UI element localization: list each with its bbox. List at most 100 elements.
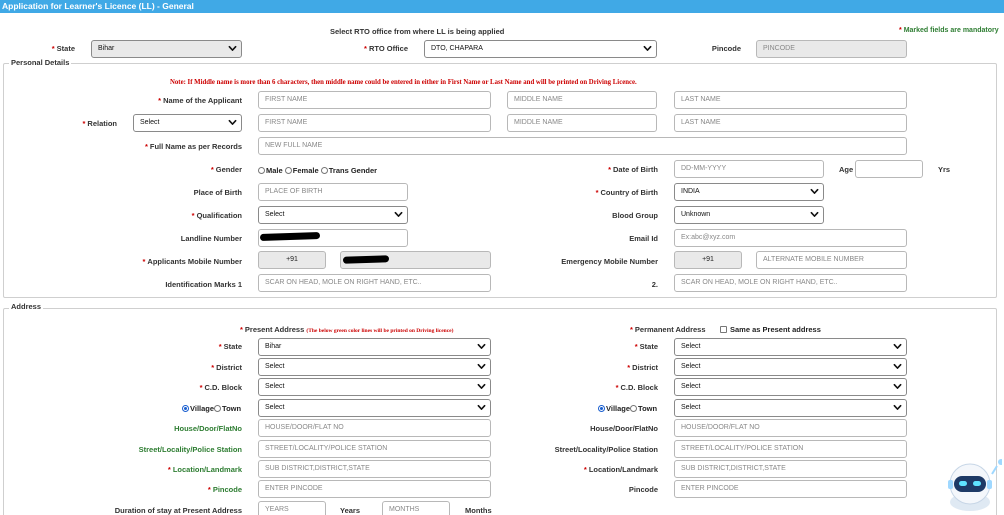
perm-village-radio[interactable]: Village xyxy=(598,404,630,413)
dob-input[interactable]: DD-MM-YYYY xyxy=(674,160,824,178)
present-cd-select[interactable]: Select xyxy=(258,378,491,396)
present-state-label: * State xyxy=(218,342,242,351)
rto-office-label: * RTO Office xyxy=(364,44,408,53)
relation-first-name-input[interactable]: FIRST NAME xyxy=(258,114,491,132)
full-name-input[interactable]: NEW FULL NAME xyxy=(258,137,907,155)
top-pincode-field[interactable]: PINCODE xyxy=(756,40,907,58)
gender-male-radio[interactable]: Male xyxy=(258,166,283,175)
same-as-present-checkbox[interactable]: Same as Present address xyxy=(720,325,821,334)
present-pincode-input[interactable]: ENTER PINCODE xyxy=(258,480,491,498)
idmark2-input[interactable]: SCAR ON HEAD, MOLE ON RIGHT HAND, ETC.. xyxy=(674,274,907,292)
relation-middle-name-input[interactable]: MIDDLE NAME xyxy=(507,114,657,132)
name-label: * Name of the Applicant xyxy=(158,96,242,105)
chevron-down-icon xyxy=(228,118,237,127)
top-state-label: * State xyxy=(51,44,75,53)
present-address-heading: * Present Address (The below green color … xyxy=(240,325,454,334)
perm-state-label: * State xyxy=(634,342,658,351)
chevron-down-icon xyxy=(810,187,819,196)
present-house-input[interactable]: HOUSE/DOOR/FLAT NO xyxy=(258,419,491,437)
emergency-label: Emergency Mobile Number xyxy=(561,257,658,266)
pob-input[interactable]: PLACE OF BIRTH xyxy=(258,183,408,201)
present-state-select[interactable]: Bihar xyxy=(258,338,491,356)
chevron-down-icon xyxy=(893,362,902,371)
middle-name-note: Note: If Middle name is more than 6 char… xyxy=(170,79,637,86)
chevron-down-icon xyxy=(477,382,486,391)
perm-district-select[interactable]: Select xyxy=(674,358,907,376)
perm-street-input[interactable]: STREET/LOCALITY/POLICE STATION xyxy=(674,440,907,458)
chevron-down-icon xyxy=(893,342,902,351)
present-village-town-radio: Village Town xyxy=(182,404,241,413)
present-street-label: Street/Locality/Police Station xyxy=(138,445,242,454)
last-name-input[interactable]: LAST NAME xyxy=(674,91,907,109)
perm-village-select[interactable]: Select xyxy=(674,399,907,417)
perm-house-input[interactable]: HOUSE/DOOR/FLAT NO xyxy=(674,419,907,437)
top-state-select[interactable]: Bihar xyxy=(91,40,242,58)
perm-cd-select[interactable]: Select xyxy=(674,378,907,396)
qualification-label: * Qualification xyxy=(191,211,242,220)
emergency-mobile-input[interactable]: ALTERNATE MOBILE NUMBER xyxy=(756,251,907,269)
permanent-address-heading: * Permanent Address xyxy=(630,325,706,334)
country-select[interactable]: INDIA xyxy=(674,183,824,201)
mobile-label: * Applicants Mobile Number xyxy=(142,257,242,266)
perm-district-label: * District xyxy=(627,363,658,372)
robot-chatbot-icon[interactable] xyxy=(944,452,1002,512)
relation-select[interactable]: Select xyxy=(133,114,242,132)
middle-name-input[interactable]: MIDDLE NAME xyxy=(507,91,657,109)
emergency-country-code: +91 xyxy=(674,251,742,269)
perm-cd-label: * C.D. Block xyxy=(615,383,658,392)
duration-months-input[interactable]: MONTHS xyxy=(382,501,450,515)
rto-office-select[interactable]: DTO, CHAPARA xyxy=(424,40,657,58)
email-input[interactable]: Ex:abc@xyz.com xyxy=(674,229,907,247)
chevron-down-icon xyxy=(810,210,819,219)
perm-street-label: Street/Locality/Police Station xyxy=(554,445,658,454)
perm-location-input[interactable]: SUB DISTRICT,DISTRICT,STATE xyxy=(674,460,907,478)
age-unit: Yrs xyxy=(938,165,951,174)
relation-last-name-input[interactable]: LAST NAME xyxy=(674,114,907,132)
chevron-down-icon xyxy=(477,403,486,412)
age-input[interactable] xyxy=(855,160,923,178)
full-name-label: * Full Name as per Records xyxy=(144,142,242,151)
present-village-select[interactable]: Select xyxy=(258,399,491,417)
chevron-down-icon xyxy=(477,342,486,351)
idmark1-input[interactable]: SCAR ON HEAD, MOLE ON RIGHT HAND, ETC.. xyxy=(258,274,491,292)
perm-state-select[interactable]: Select xyxy=(674,338,907,356)
page-header: Application for Learner's Licence (LL) -… xyxy=(0,0,1004,13)
perm-location-label: * Location/Landmark xyxy=(583,465,658,474)
country-label: * Country of Birth xyxy=(595,188,658,197)
present-village-radio[interactable]: Village xyxy=(182,404,214,413)
blood-group-label: Blood Group xyxy=(612,211,658,220)
perm-pincode-input[interactable]: ENTER PINCODE xyxy=(674,480,907,498)
personal-details-legend: Personal Details xyxy=(9,58,72,67)
duration-label: Duration of stay at Present Address xyxy=(114,506,242,515)
chevron-down-icon xyxy=(228,44,237,53)
present-district-select[interactable]: Select xyxy=(258,358,491,376)
first-name-input[interactable]: FIRST NAME xyxy=(258,91,491,109)
gender-trans-radio[interactable]: Trans Gender xyxy=(320,166,377,175)
idmark2-label: 2. xyxy=(651,280,658,289)
perm-pincode-label: Pincode xyxy=(628,485,658,494)
landline-label: Landline Number xyxy=(180,234,242,243)
present-street-input[interactable]: STREET/LOCALITY/POLICE STATION xyxy=(258,440,491,458)
perm-town-radio[interactable]: Town xyxy=(630,404,657,413)
pob-label: Place of Birth xyxy=(193,188,242,197)
idmark1-label: Identification Marks 1 xyxy=(165,280,242,289)
perm-village-town-radio: Village Town xyxy=(598,404,657,413)
mandatory-note: * Marked fields are mandatory xyxy=(899,27,999,34)
present-house-label: House/Door/FlatNo xyxy=(174,424,242,433)
dob-label: * Date of Birth xyxy=(608,165,658,174)
present-location-label: * Location/Landmark xyxy=(167,465,242,474)
present-location-input[interactable]: SUB DISTRICT,DISTRICT,STATE xyxy=(258,460,491,478)
qualification-select[interactable]: Select xyxy=(258,206,408,224)
gender-radio-group: Male Female Trans Gender xyxy=(258,166,377,175)
blood-group-select[interactable]: Unknown xyxy=(674,206,824,224)
duration-months-label: Months xyxy=(465,506,492,515)
chevron-down-icon xyxy=(477,362,486,371)
chevron-down-icon xyxy=(643,44,652,53)
mobile-country-code: +91 xyxy=(258,251,326,269)
duration-years-label: Years xyxy=(340,506,361,515)
perm-house-label: House/Door/FlatNo xyxy=(590,424,658,433)
present-town-radio[interactable]: Town xyxy=(214,404,241,413)
gender-female-radio[interactable]: Female xyxy=(284,166,319,175)
duration-years-input[interactable]: YEARS xyxy=(258,501,326,515)
chevron-down-icon xyxy=(893,382,902,391)
